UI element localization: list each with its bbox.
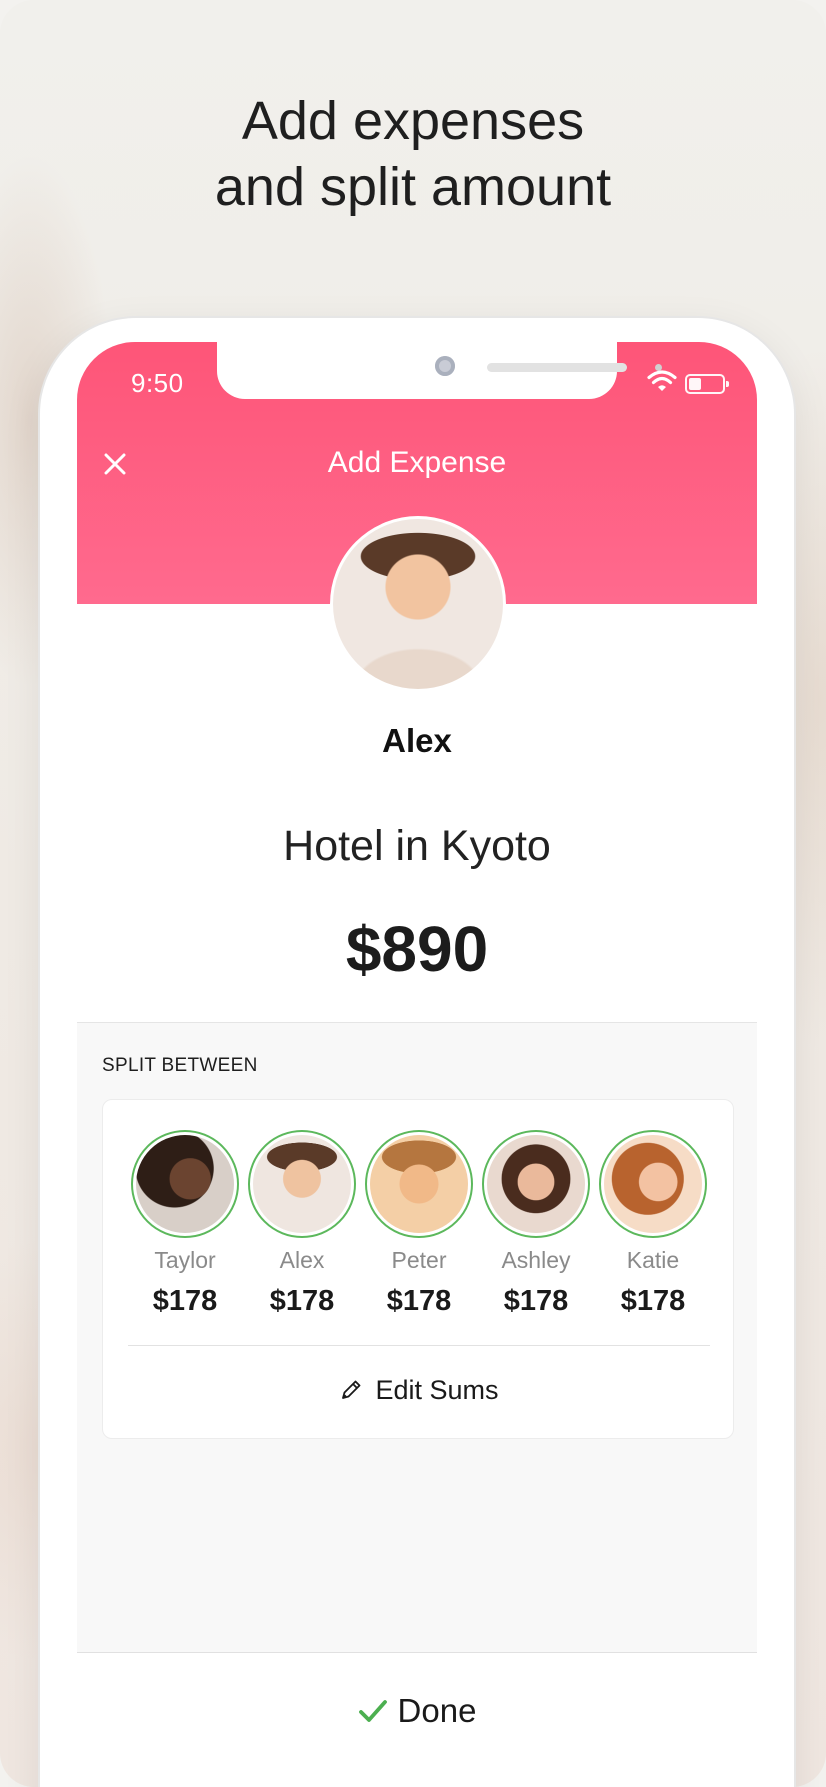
member-taylor[interactable]: Taylor $178 — [127, 1130, 243, 1320]
expense-amount[interactable]: $890 — [77, 912, 757, 986]
status-icons — [647, 370, 747, 394]
member-amount[interactable]: $178 — [127, 1285, 243, 1318]
member-amount[interactable]: $178 — [478, 1285, 594, 1318]
avatar — [482, 1130, 590, 1238]
member-peter[interactable]: Peter $178 — [361, 1130, 477, 1320]
payer-name[interactable]: Alex — [77, 722, 757, 760]
member-amount[interactable]: $178 — [361, 1285, 477, 1318]
member-name: Katie — [626, 1247, 680, 1273]
member-name: Alex — [279, 1247, 325, 1273]
footer-bar: Done — [77, 1652, 757, 1787]
promo-headline: Add expenses and split amount — [0, 88, 826, 220]
avatar — [131, 1130, 239, 1238]
member-name: Peter — [391, 1247, 447, 1273]
pencil-icon — [342, 1380, 361, 1399]
headline-line-1: Add expenses — [241, 91, 585, 151]
member-amount[interactable]: $178 — [244, 1285, 360, 1318]
wifi-icon — [647, 370, 677, 391]
member-alex[interactable]: Alex $178 — [244, 1130, 360, 1320]
edit-sums-label: Edit Sums — [375, 1374, 499, 1405]
done-label: Done — [397, 1692, 477, 1729]
check-icon — [358, 1700, 387, 1722]
done-button[interactable]: Done — [77, 1681, 757, 1741]
battery-icon — [685, 374, 729, 394]
app-screen: 9:50 Add Expense Alex Hotel in Kyoto $89… — [77, 342, 757, 1787]
member-katie[interactable]: Katie $178 — [595, 1130, 711, 1320]
camera-icon — [435, 356, 455, 376]
member-name: Taylor — [154, 1247, 216, 1273]
speaker-grille — [487, 363, 627, 372]
member-ashley[interactable]: Ashley $178 — [478, 1130, 594, 1320]
divider — [128, 1345, 710, 1346]
member-list: Taylor $178 Alex $178 Peter $178 Ashley … — [127, 1130, 711, 1320]
split-section-label: SPLIT BETWEEN — [102, 1055, 258, 1076]
avatar — [599, 1130, 707, 1238]
edit-sums-button[interactable]: Edit Sums — [103, 1360, 735, 1420]
avatar — [248, 1130, 356, 1238]
page-title: Add Expense — [327, 446, 507, 479]
payer-avatar[interactable] — [330, 516, 506, 692]
avatar — [365, 1130, 473, 1238]
split-card: Taylor $178 Alex $178 Peter $178 Ashley … — [102, 1099, 734, 1439]
phone-notch — [217, 342, 662, 399]
member-amount[interactable]: $178 — [595, 1285, 711, 1318]
expense-title[interactable]: Hotel in Kyoto — [77, 822, 757, 871]
member-name: Ashley — [501, 1247, 571, 1273]
status-time: 9:50 — [131, 368, 184, 398]
headline-line-2: and split amount — [214, 157, 612, 217]
